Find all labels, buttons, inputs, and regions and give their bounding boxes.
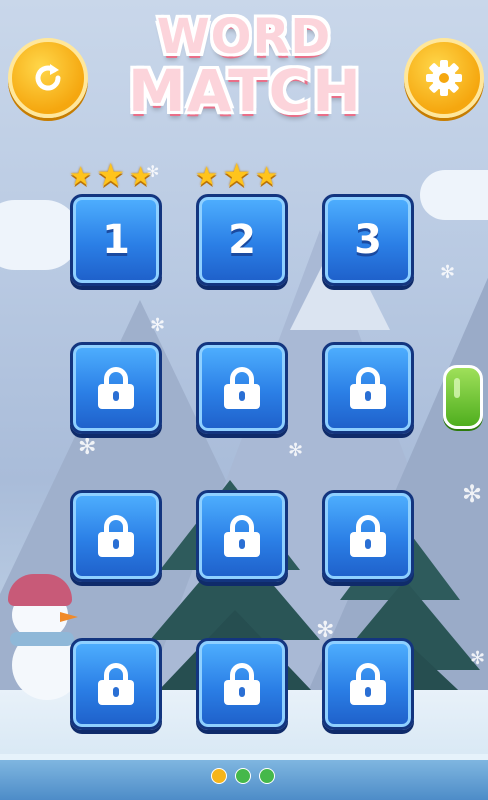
- level-number: 3: [354, 217, 382, 263]
- star-icon: ★: [195, 162, 219, 192]
- lock-icon: [350, 663, 386, 705]
- page-indicator: [211, 768, 275, 784]
- page-dot[interactable]: [259, 768, 275, 784]
- level-select-screen: ✻ ✻ ✻ ✻ ✻ ✻ ✻ ✻ WORD MATCH ★ ★ ★ ★ ★ ★ 1…: [0, 0, 488, 800]
- level-button-locked[interactable]: [196, 490, 288, 582]
- star-icon: ★: [255, 162, 279, 192]
- next-page-button[interactable]: [443, 365, 483, 429]
- title-line-match: MATCH: [128, 57, 362, 125]
- cloud: [420, 170, 488, 220]
- page-dot[interactable]: [235, 768, 251, 784]
- level-button-locked[interactable]: [322, 490, 414, 582]
- level-button-locked[interactable]: [196, 342, 288, 434]
- level-1-stars: ★ ★ ★: [69, 156, 153, 194]
- lock-icon: [224, 367, 260, 409]
- level-button-3[interactable]: 3: [322, 194, 414, 286]
- snowflake-icon: ✻: [470, 648, 486, 669]
- restart-button[interactable]: [8, 38, 88, 118]
- snowflake-icon: ✻: [150, 315, 166, 336]
- snowman-nose: [60, 612, 78, 622]
- level-button-1[interactable]: 1: [70, 194, 162, 286]
- gear-icon: [426, 60, 462, 96]
- level-button-locked[interactable]: [322, 638, 414, 730]
- title-line-word: WORD: [156, 9, 332, 65]
- star-icon: ★: [222, 156, 251, 194]
- lock-icon: [350, 367, 386, 409]
- lock-icon: [98, 663, 134, 705]
- snowflake-icon: ✻: [462, 480, 483, 508]
- settings-button[interactable]: [404, 38, 484, 118]
- star-icon: ★: [69, 162, 93, 192]
- lock-icon: [98, 367, 134, 409]
- level-button-locked[interactable]: [322, 342, 414, 434]
- level-number: 2: [228, 217, 256, 263]
- lock-icon: [224, 663, 260, 705]
- lock-icon: [98, 515, 134, 557]
- snowflake-icon: ✻: [78, 435, 97, 460]
- level-number: 1: [102, 217, 130, 263]
- lock-icon: [350, 515, 386, 557]
- snowflake-icon: ✻: [288, 440, 304, 461]
- level-button-locked[interactable]: [70, 490, 162, 582]
- page-dot-active[interactable]: [211, 768, 227, 784]
- level-button-2[interactable]: 2: [196, 194, 288, 286]
- star-icon: ★: [96, 156, 125, 194]
- level-button-locked[interactable]: [70, 342, 162, 434]
- snowman-hat: [8, 574, 72, 606]
- star-icon: ★: [129, 162, 153, 192]
- level-button-locked[interactable]: [70, 638, 162, 730]
- level-button-locked[interactable]: [196, 638, 288, 730]
- lock-icon: [224, 515, 260, 557]
- game-title-logo: WORD MATCH: [128, 9, 362, 125]
- snowman-scarf: [10, 632, 74, 646]
- snowflake-icon: ✻: [440, 262, 456, 283]
- restart-icon: [35, 64, 61, 91]
- level-2-stars: ★ ★ ★: [195, 156, 279, 194]
- cloud: [0, 200, 80, 270]
